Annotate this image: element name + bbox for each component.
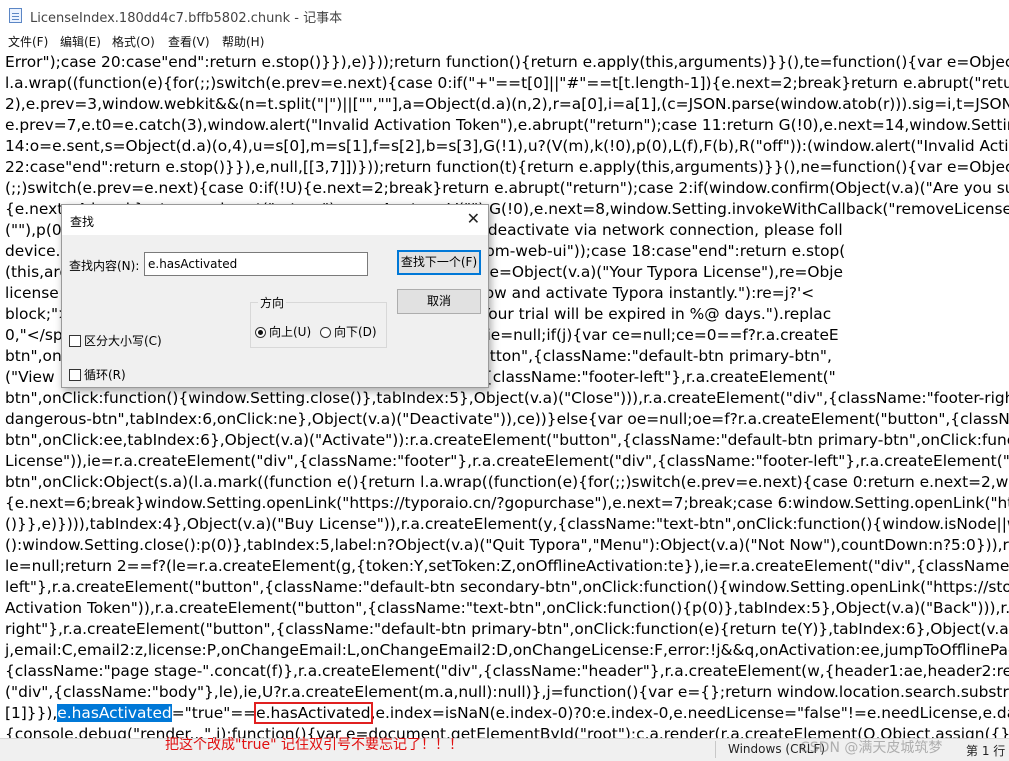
code-line: {e.next=6;break}window.Setting.openLink(… xyxy=(5,494,1009,512)
direction-up-radio[interactable]: 向上(U) xyxy=(255,323,311,340)
code-line: (;;)switch(e.prev=e.next){case 0:if(!U){… xyxy=(5,179,1009,197)
find-next-button[interactable]: 查找下一个(F) xyxy=(397,250,481,275)
code-line: Error");case 20:case"end":return e.stop(… xyxy=(5,53,1009,71)
find-what-input[interactable] xyxy=(144,252,368,276)
code-line: ():window.Setting.close():p(0)},tabIndex… xyxy=(5,536,1009,554)
direction-group: 方向 向上(U) 向下(D) xyxy=(250,294,387,348)
code-line-has-activated: [1]}}),e.hasActivated="true"==e.hasActiv… xyxy=(5,702,1009,724)
status-separator xyxy=(715,741,716,758)
watermark-text: CSDN @满天皮城筑梦 xyxy=(800,740,943,756)
code-line: l.a.wrap((function(e){for(;;)switch(e.pr… xyxy=(5,74,1009,92)
code-line: btn",onClick:Object(s.a)(l.a.mark((funct… xyxy=(5,473,1009,491)
match-case-checkbox[interactable]: 区分大小写(C) xyxy=(69,332,162,349)
close-icon[interactable]: ✕ xyxy=(467,209,480,228)
direction-up-label: 向上(U) xyxy=(269,325,312,339)
menu-edit[interactable]: 编辑(E) xyxy=(60,33,101,50)
code-line: License")),ie=r.a.createElement("div",{c… xyxy=(5,452,1009,470)
radio-down-icon xyxy=(320,327,331,338)
code-segment: [1]}}), xyxy=(5,704,58,722)
code-line: left"},r.a.createElement("button",{class… xyxy=(5,578,1009,596)
direction-label: 方向 xyxy=(258,294,287,311)
find-what-label: 查找内容(N): xyxy=(69,259,140,273)
code-line: ()}},e)}))),tabIndex:4},Object(v.a)("Buy… xyxy=(5,515,1009,533)
notepad-icon xyxy=(9,8,22,23)
find-dialog-title: 查找 xyxy=(70,215,95,229)
menu-bar: 文件(F) 编辑(E) 格式(O) 查看(V) 帮助(H) xyxy=(0,31,1009,51)
code-line: Activation Token")),r.a.createElement("b… xyxy=(5,599,1009,617)
direction-down-radio[interactable]: 向下(D) xyxy=(320,323,377,340)
menu-view[interactable]: 查看(V) xyxy=(168,33,210,50)
code-line: 14:o=e.sent,s=Object(d.a)(o,4),u=s[0],m=… xyxy=(5,137,1009,155)
find-dialog: 查找 ✕ 查找内容(N): 查找下一个(F) 取消 方向 向上(U) 向下(D)… xyxy=(61,204,489,388)
code-line: 22:case"end":return e.stop()}}),e,null,[… xyxy=(5,158,1009,176)
annotation-red-box: e.hasActivated xyxy=(254,702,373,724)
radio-up-icon xyxy=(255,327,266,338)
code-segment: ="true"== xyxy=(171,704,257,722)
code-line: le=null;return 2==f?(le=r.a.createElemen… xyxy=(5,557,1009,575)
code-line: j,email:C,email2:z,license:P,onChangeEma… xyxy=(5,641,1009,659)
code-segment: ,e.index=isNaN(e.index-0)?0:e.index-0,e.… xyxy=(370,704,1009,722)
code-line: e.prev=7,e.t0=e.catch(3),window.alert("I… xyxy=(5,116,1009,134)
find-dialog-titlebar: 查找 ✕ xyxy=(62,205,488,235)
checkbox-icon xyxy=(69,335,81,347)
window-title: LicenseIndex.180dd4c7.bffb5802.chunk - 记… xyxy=(30,11,343,26)
code-line: {className:"page stage-".concat(f)},r.a.… xyxy=(5,662,1009,680)
editor-text-area[interactable]: Error");case 20:case"end":return e.stop(… xyxy=(0,51,1009,741)
direction-down-label: 向下(D) xyxy=(334,325,377,339)
code-line: 2),e.prev=3,window.webkit&&(n=t.split("|… xyxy=(5,95,1009,113)
code-line: dangerous-btn",tabIndex:6,onClick:ne},Ob… xyxy=(5,410,1009,428)
match-case-label: 区分大小写(C) xyxy=(84,334,162,348)
wrap-around-checkbox[interactable]: 循环(R) xyxy=(69,366,126,383)
window-titlebar: LicenseIndex.180dd4c7.bffb5802.chunk - 记… xyxy=(0,0,1009,30)
code-line: btn",onClick:function(){window.Setting.c… xyxy=(5,389,1009,407)
status-position: 第 1 行 xyxy=(966,744,1006,758)
menu-format[interactable]: 格式(O) xyxy=(112,33,155,50)
menu-file[interactable]: 文件(F) xyxy=(8,33,48,50)
code-line: ("div",{className:"body"},le),ie,U?r.a.c… xyxy=(5,683,1009,701)
annotation-note: 把这个改成"true" 记住双引号不要忘记了！！！ xyxy=(165,737,464,753)
code-line: right"},r.a.createElement("button",{clas… xyxy=(5,620,1009,638)
code-line: btn",onClick:ee,tabIndex:6},Object(v.a)(… xyxy=(5,431,1009,449)
wrap-around-label: 循环(R) xyxy=(84,368,126,382)
menu-help[interactable]: 帮助(H) xyxy=(222,33,264,50)
search-match-selection: e.hasActivated xyxy=(57,704,172,722)
checkbox-icon xyxy=(69,369,81,381)
cancel-button[interactable]: 取消 xyxy=(397,289,481,314)
